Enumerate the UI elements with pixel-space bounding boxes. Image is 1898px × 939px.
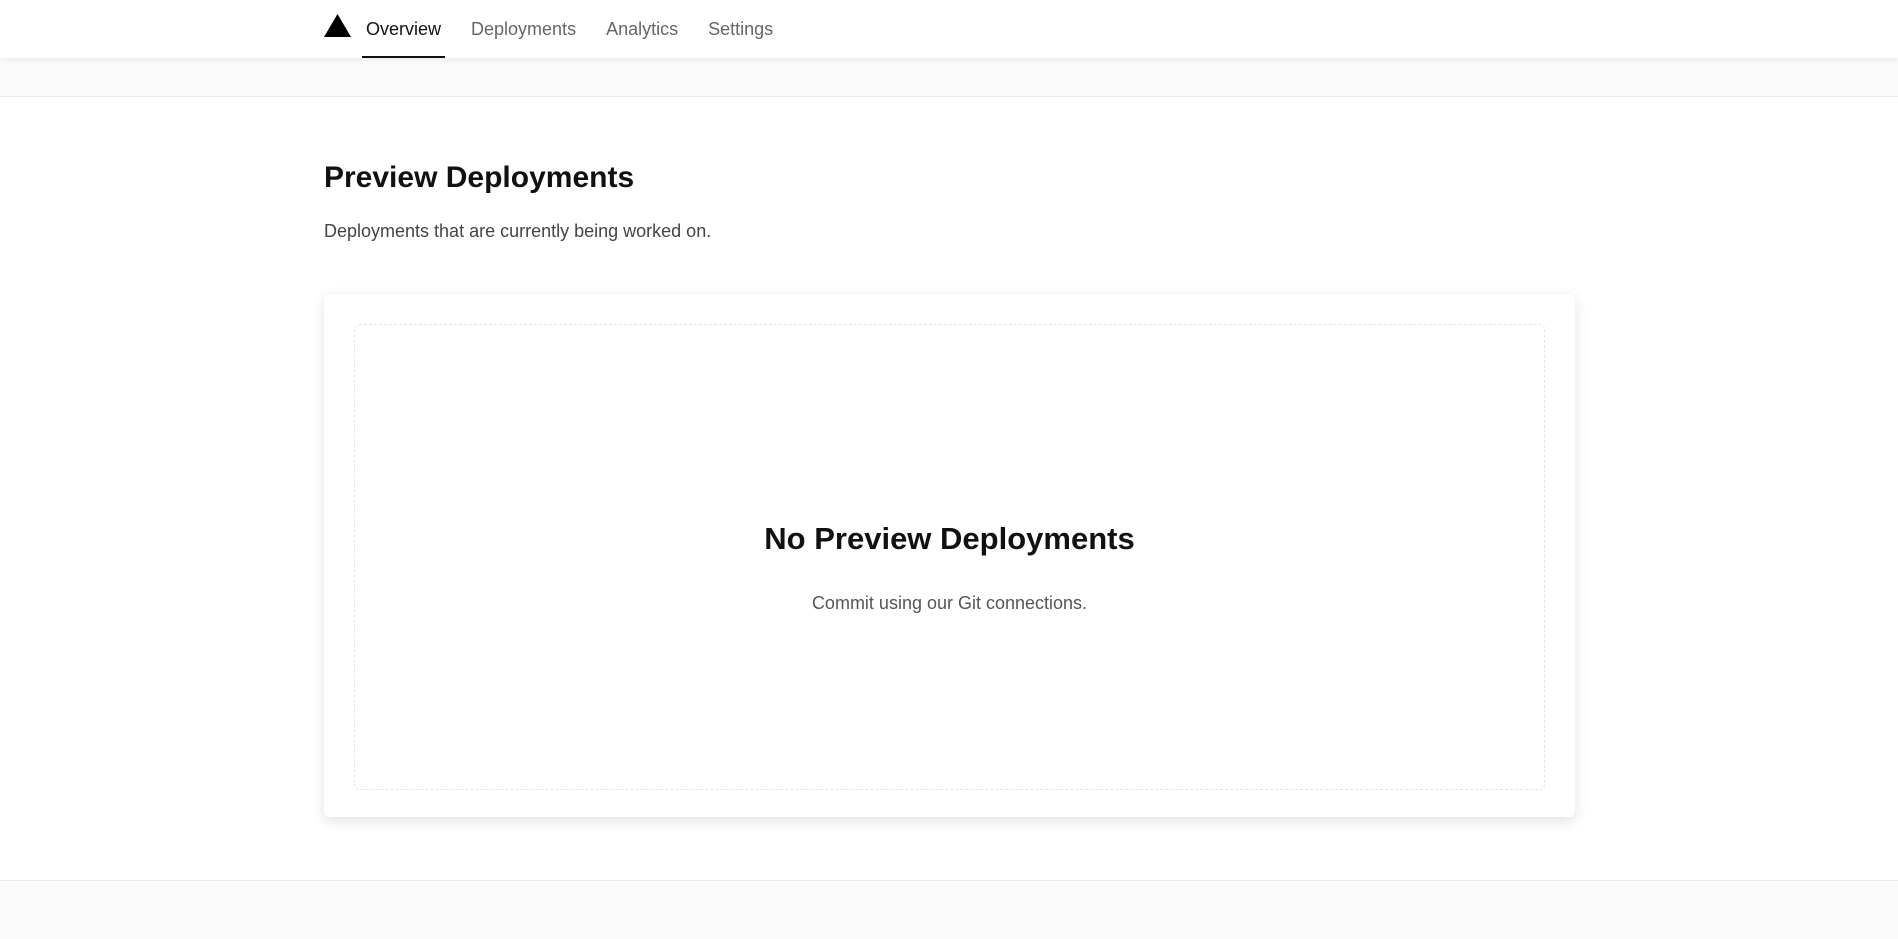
triangle-logo-icon[interactable] bbox=[324, 14, 351, 37]
empty-state-text: Commit using our Git connections. bbox=[811, 593, 1088, 613]
tab-analytics[interactable]: Analytics bbox=[602, 0, 682, 58]
tab-settings-label: Settings bbox=[708, 18, 774, 39]
tab-overview-label: Overview bbox=[366, 18, 442, 39]
empty-state-title: No Preview Deployments bbox=[764, 521, 1135, 556]
top-navigation: Overview Deployments Analytics Settings bbox=[0, 0, 1898, 58]
tab-overview[interactable]: Overview bbox=[362, 0, 446, 58]
footer bbox=[0, 880, 1898, 939]
page-title: Preview Deployments bbox=[324, 161, 635, 194]
empty-state: No Preview Deployments Commit using our … bbox=[354, 324, 1545, 790]
page-subtitle: Deployments that are currently being wor… bbox=[324, 221, 712, 241]
nav-tabs: Overview Deployments Analytics Settings bbox=[362, 0, 799, 58]
tab-settings[interactable]: Settings bbox=[704, 0, 777, 58]
tab-deployments-label: Deployments bbox=[471, 18, 577, 39]
preview-deployments-card: No Preview Deployments Commit using our … bbox=[324, 294, 1575, 817]
tab-deployments[interactable]: Deployments bbox=[467, 0, 580, 58]
sub-header-bar bbox=[0, 58, 1898, 97]
tab-analytics-label: Analytics bbox=[606, 18, 679, 39]
